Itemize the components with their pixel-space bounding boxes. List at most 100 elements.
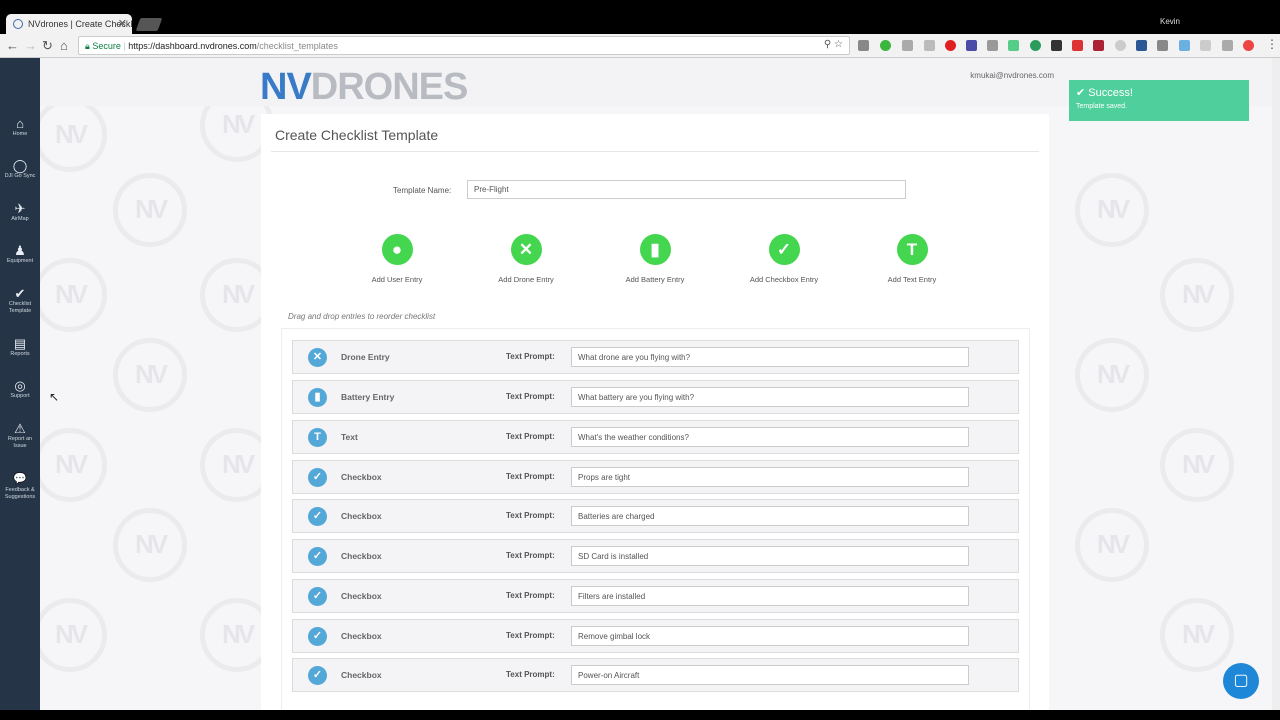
- text-prompt-input[interactable]: Props are tight: [571, 467, 969, 487]
- extension-download-icon[interactable]: [1222, 40, 1233, 51]
- template-name-input[interactable]: Pre-Flight: [467, 180, 906, 199]
- checklist-entry-row[interactable]: ✓ Checkbox Text Prompt: Props are tight: [292, 460, 1019, 494]
- app-sidebar: ⌂ Home ◯ DJI Go Sync ✈ AirMap ♟ Equipmen…: [0, 58, 40, 710]
- forward-icon[interactable]: →: [24, 38, 37, 53]
- text-prompt-input[interactable]: Filters are installed: [571, 586, 969, 606]
- sidebar-item-label: Home: [12, 131, 28, 137]
- extension-red-icon[interactable]: [1093, 40, 1104, 51]
- extension-leaf-icon[interactable]: [1008, 40, 1019, 51]
- sidebar-item-checklist-template[interactable]: ✔ Checklist Template: [0, 286, 40, 315]
- home-icon: ⌂: [16, 116, 24, 131]
- home-icon[interactable]: ⌂: [60, 38, 68, 53]
- extension-doc-icon[interactable]: [1200, 40, 1211, 51]
- adder-label: Add User Entry: [371, 275, 423, 284]
- checklist-entry-row[interactable]: ✕ Drone Entry Text Prompt: What drone ar…: [292, 340, 1019, 374]
- success-toast[interactable]: ✔ Success! Template saved.: [1069, 80, 1249, 121]
- sidebar-item-reports[interactable]: ▤ Reports: [0, 336, 40, 358]
- text-prompt-input[interactable]: What drone are you flying with?: [571, 347, 969, 367]
- checklist-entry-row[interactable]: ✓ Checkbox Text Prompt: Filters are inst…: [292, 579, 1019, 613]
- checkmark-icon: ✓: [308, 507, 327, 526]
- sidebar-item-feedback[interactable]: 💬 Feedback & Suggestions: [0, 472, 40, 501]
- extension-blue-icon[interactable]: [966, 40, 977, 51]
- browser-profile-name[interactable]: Kevin: [1160, 17, 1180, 26]
- text-prompt-input[interactable]: SD Card is installed: [571, 546, 969, 566]
- watermark-logo: NV: [113, 508, 187, 582]
- extension-dot-icon[interactable]: [1030, 40, 1041, 51]
- watermark-logo: NV: [113, 338, 187, 412]
- new-tab-button[interactable]: [135, 18, 163, 31]
- close-icon[interactable]: ✕: [118, 17, 127, 30]
- page-title: Create Checklist Template: [275, 127, 439, 143]
- chat-icon: ▢: [1233, 672, 1249, 689]
- sidebar-item-airmap[interactable]: ✈ AirMap: [0, 201, 40, 223]
- watermark-logo: NV: [1160, 598, 1234, 672]
- entry-type: Checkbox: [341, 670, 382, 680]
- back-icon[interactable]: ←: [6, 38, 19, 53]
- text-prompt-input[interactable]: Remove gimbal lock: [571, 626, 969, 646]
- checkmark-icon: ✓: [308, 547, 327, 566]
- address-bar[interactable]: 🔒︎ Secure | https://dashboard.nvdrones.c…: [78, 36, 850, 55]
- extension-opera-icon[interactable]: [945, 40, 956, 51]
- checklist-entry-row[interactable]: T Text Text Prompt: What's the weather c…: [292, 420, 1019, 454]
- text-prompt-label: Text Prompt:: [506, 551, 555, 560]
- zoom-icon[interactable]: ⚲ ☆: [824, 39, 843, 50]
- user-email[interactable]: kmukai@nvdrones.com: [970, 71, 1054, 80]
- nvdrones-logo[interactable]: NVDRONES: [260, 66, 468, 109]
- checklist-entry-row[interactable]: ✓ Checkbox Text Prompt: Remove gimbal lo…: [292, 619, 1019, 653]
- text-t-icon: T: [896, 234, 928, 265]
- menu-icon[interactable]: ⋮: [1266, 37, 1278, 51]
- reload-icon[interactable]: ↻: [42, 38, 53, 54]
- entry-type: Checkbox: [341, 591, 382, 601]
- watermark-logo: NV: [1075, 508, 1149, 582]
- pdf-icon: ▤: [13, 336, 27, 351]
- sidebar-item-label: Checklist Template: [8, 301, 32, 314]
- extension-word-icon[interactable]: [1136, 40, 1147, 51]
- browser-toolbar: ← → ↻ ⌂ 🔒︎ Secure | https://dashboard.nv…: [0, 34, 1280, 58]
- sidebar-item-label: Report an Issue: [7, 436, 33, 449]
- extension-cast-icon[interactable]: [858, 40, 869, 51]
- add-text-entry-button[interactable]: T Add Text Entry: [862, 234, 962, 284]
- checklist-entry-row[interactable]: ▮ Battery Entry Text Prompt: What batter…: [292, 380, 1019, 414]
- sidebar-item-dji-go-sync[interactable]: ◯ DJI Go Sync: [0, 158, 40, 180]
- extension-code-icon[interactable]: [902, 40, 913, 51]
- sidebar-item-home[interactable]: ⌂ Home: [0, 116, 40, 138]
- text-prompt-input[interactable]: Power-on Aircraft: [571, 665, 969, 685]
- entry-type: Battery Entry: [341, 392, 395, 402]
- checklist-entry-row[interactable]: ✓ Checkbox Text Prompt: Power-on Aircraf…: [292, 658, 1019, 692]
- sidebar-item-label: DJI Go Sync: [4, 173, 36, 179]
- sidebar-item-support[interactable]: ◎ Support: [0, 378, 40, 400]
- checklist-entry-row[interactable]: ✓ Checkbox Text Prompt: SD Card is insta…: [292, 539, 1019, 573]
- add-user-entry-button[interactable]: ● Add User Entry: [347, 234, 447, 284]
- add-battery-entry-button[interactable]: ▮ Add Battery Entry: [605, 234, 705, 284]
- watermark-logo: NV: [40, 598, 107, 672]
- extension-grid-icon[interactable]: [1157, 40, 1168, 51]
- text-prompt-input[interactable]: Batteries are charged: [571, 506, 969, 526]
- extension-circle-icon[interactable]: [1115, 40, 1126, 51]
- sidebar-item-report-issue[interactable]: ⚠ Report an Issue: [0, 421, 40, 450]
- extension-layers-icon[interactable]: [1051, 40, 1062, 51]
- add-checkbox-entry-button[interactable]: ✓ Add Checkbox Entry: [734, 234, 834, 284]
- chat-launcher-button[interactable]: ▢: [1223, 663, 1259, 699]
- extension-green-icon[interactable]: [880, 40, 891, 51]
- success-check-icon: ✔: [1076, 87, 1086, 99]
- checklist-entry-row[interactable]: ✓ Checkbox Text Prompt: Batteries are ch…: [292, 499, 1019, 533]
- entry-type: Checkbox: [341, 511, 382, 521]
- text-prompt-input[interactable]: What battery are you flying with?: [571, 387, 969, 407]
- sidebar-item-label: Feedback & Suggestions: [4, 487, 36, 500]
- add-drone-entry-button[interactable]: ✕ Add Drone Entry: [476, 234, 576, 284]
- text-prompt-input[interactable]: What's the weather conditions?: [571, 427, 969, 447]
- template-name-label: Template Name:: [393, 186, 452, 195]
- lifebuoy-icon: ◎: [14, 378, 26, 393]
- text-prompt-label: Text Prompt:: [506, 472, 555, 481]
- extension-g-icon[interactable]: [924, 40, 935, 51]
- drone-x-icon: ✕: [308, 348, 327, 367]
- entry-type: Checkbox: [341, 631, 382, 641]
- extension-chart-icon[interactable]: [1179, 40, 1190, 51]
- text-prompt-label: Text Prompt:: [506, 352, 555, 361]
- extension-gray-icon[interactable]: [987, 40, 998, 51]
- extension-arrow-icon[interactable]: [1243, 40, 1254, 51]
- url-path: /checklist_templates: [256, 41, 338, 51]
- sidebar-item-equipment[interactable]: ♟ Equipment: [0, 243, 40, 265]
- extension-color-icon[interactable]: [1072, 40, 1083, 51]
- browser-tab[interactable]: NVdrones | Create Checkl ✕: [6, 14, 132, 34]
